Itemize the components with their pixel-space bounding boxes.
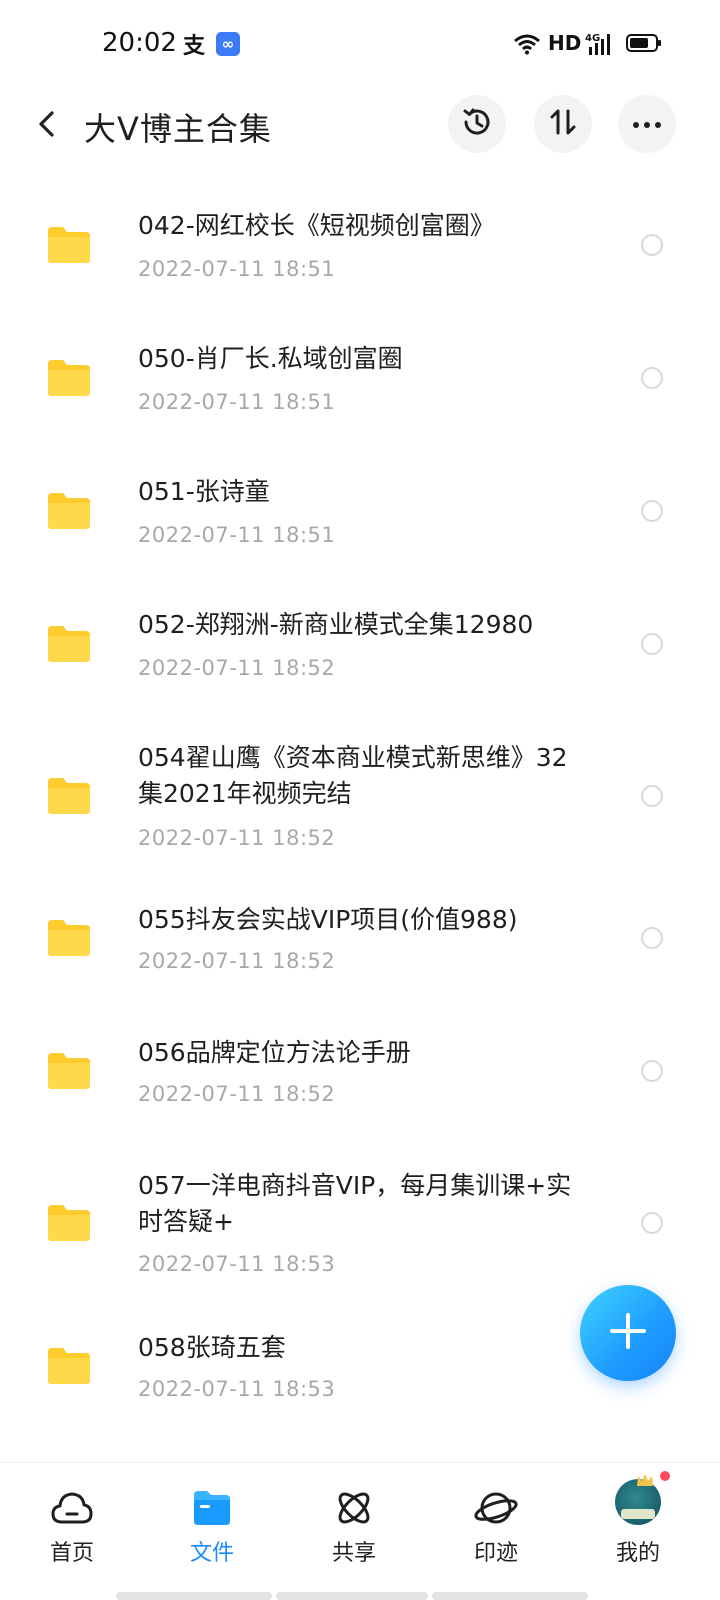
file-name: 051-张诗童 (138, 477, 270, 506)
nav-item-home[interactable]: 首页 (0, 1463, 144, 1583)
add-button[interactable] (580, 1285, 676, 1381)
select-radio[interactable] (641, 927, 663, 949)
cloud-home-icon (49, 1485, 95, 1531)
folder-icon (46, 1203, 92, 1243)
screen: 20:02 支 ∞ HD 4G 大V博主合集 042-网红校长《短视频创富圈》 … (0, 0, 720, 1600)
list-item[interactable]: 054翟山鹰《资本商业模式新思维》32集2021年视频完结 2022-07-11… (0, 712, 720, 882)
folder-icon (46, 624, 92, 664)
plus-icon (608, 1311, 648, 1355)
header: 大V博主合集 (0, 88, 720, 168)
folder-icon (46, 776, 92, 816)
nav-label: 我的 (615, 1541, 660, 1566)
folder-icon (46, 491, 92, 531)
file-date: 2022-07-11 18:52 (138, 826, 336, 850)
file-date: 2022-07-11 18:53 (138, 1252, 336, 1276)
file-name: 058张琦五套 (138, 1333, 286, 1362)
status-bar: 20:02 支 ∞ HD 4G (0, 0, 720, 88)
network-hd-label: HD (548, 31, 582, 55)
file-date: 2022-07-11 18:52 (138, 949, 336, 973)
signal-4g-icon: 4G (585, 30, 615, 58)
file-date: 2022-07-11 18:53 (138, 1377, 336, 1401)
file-date: 2022-07-11 18:51 (138, 257, 336, 281)
file-date: 2022-07-11 18:51 (138, 523, 336, 547)
atom-share-icon (331, 1485, 377, 1531)
folder-icon (46, 918, 92, 958)
select-radio[interactable] (641, 785, 663, 807)
select-radio[interactable] (641, 633, 663, 655)
planet-icon (473, 1485, 519, 1531)
nav-item-files[interactable]: 文件 (140, 1463, 284, 1583)
bottom-nav: 首页 文件 共享 印迹 我的 (0, 1462, 720, 1600)
file-name: 057一洋电商抖音VIP，每月集训课+实时答疑+ (138, 1171, 572, 1236)
nav-label: 首页 (49, 1541, 94, 1566)
file-name: 042-网红校长《短视频创富圈》 (138, 211, 495, 240)
file-name: 054翟山鹰《资本商业模式新思维》32集2021年视频完结 (138, 743, 568, 808)
select-radio[interactable] (641, 1212, 663, 1234)
battery-icon (626, 32, 662, 54)
file-name: 052-郑翔洲-新商业模式全集12980 (138, 610, 534, 639)
nav-label: 共享 (331, 1541, 376, 1566)
nav-item-footprint[interactable]: 印迹 (424, 1463, 568, 1583)
file-name: 055抖友会实战VIP项目(价值988) (138, 905, 518, 934)
svg-text:4G: 4G (585, 33, 600, 44)
file-date: 2022-07-11 18:52 (138, 656, 336, 680)
home-indicator (432, 1592, 588, 1600)
list-item[interactable]: 050-肖厂长.私域创富圈 2022-07-11 18:51 (0, 313, 720, 446)
list-item[interactable]: 052-郑翔洲-新商业模式全集12980 2022-07-11 18:52 (0, 579, 720, 712)
crown-icon (636, 1472, 654, 1486)
avatar-badge (621, 1509, 655, 1519)
list-item[interactable]: 055抖友会实战VIP项目(价值988) 2022-07-11 18:52 (0, 882, 720, 1015)
folder-icon (46, 358, 92, 398)
nav-label: 文件 (189, 1541, 234, 1566)
folder-icon (46, 1051, 92, 1091)
select-radio[interactable] (641, 1060, 663, 1082)
folder-icon (46, 225, 92, 265)
history-button[interactable] (448, 95, 506, 153)
file-name: 056品牌定位方法论手册 (138, 1038, 411, 1067)
select-radio[interactable] (641, 367, 663, 389)
sort-button[interactable] (534, 95, 592, 153)
select-radio[interactable] (641, 500, 663, 522)
page-title: 大V博主合集 (84, 110, 272, 148)
more-button[interactable] (618, 95, 676, 153)
list-item[interactable]: 042-网红校长《短视频创富圈》 2022-07-11 18:51 (0, 180, 720, 313)
alipay-icon: 支 (182, 34, 205, 59)
history-icon (460, 105, 494, 143)
file-date: 2022-07-11 18:51 (138, 390, 336, 414)
nav-item-share[interactable]: 共享 (282, 1463, 426, 1583)
status-time: 20:02 (102, 28, 177, 58)
folder-icon (46, 1346, 92, 1386)
home-indicator (116, 1592, 272, 1600)
file-name: 050-肖厂长.私域创富圈 (138, 344, 403, 373)
notification-dot (658, 1469, 672, 1483)
list-item[interactable]: 056品牌定位方法论手册 2022-07-11 18:52 (0, 1015, 720, 1148)
list-item[interactable]: 051-张诗童 2022-07-11 18:51 (0, 446, 720, 579)
wifi-icon (512, 30, 542, 58)
file-date: 2022-07-11 18:52 (138, 1082, 336, 1106)
folder-icon (189, 1485, 235, 1531)
more-icon (631, 115, 663, 134)
back-icon[interactable] (30, 106, 66, 142)
nav-label: 印迹 (473, 1541, 518, 1566)
sort-icon (547, 106, 579, 142)
app-badge-icon: ∞ (216, 32, 240, 56)
select-radio[interactable] (641, 234, 663, 256)
home-indicator (276, 1592, 428, 1600)
